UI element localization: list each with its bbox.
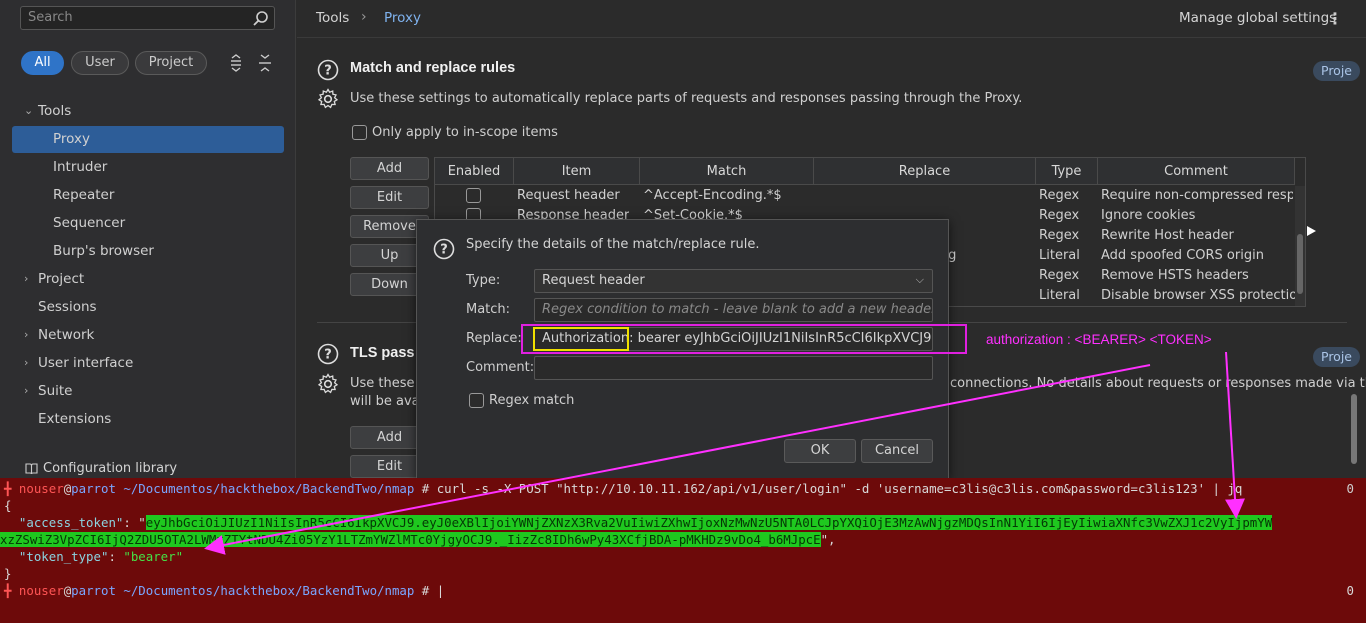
replace-annotation-box [521,324,967,354]
dialog-title: Specify the details of the match/replace… [466,237,760,252]
expand-all-icon[interactable] [227,54,245,72]
chevron-down-icon: ⌵ [915,273,924,286]
nav-sessions[interactable]: Sessions [0,293,296,321]
configuration-library-link[interactable]: Configuration library [0,458,296,478]
book-icon [25,463,38,475]
json-close: } [4,566,12,581]
cancel-button[interactable]: Cancel [861,439,933,463]
help-icon[interactable]: ? [317,343,339,365]
manage-global-settings-link[interactable]: Manage global settings [1179,10,1336,26]
svg-text:?: ? [440,243,448,258]
enabled-checkbox[interactable] [466,188,481,203]
help-icon[interactable]: ? [433,238,455,260]
nav-sequencer[interactable]: Sequencer [0,209,296,237]
nav-project[interactable]: › Project [0,265,296,293]
project-badge: Proje [1313,61,1360,81]
chevron-right-icon: › [24,384,29,397]
project-badge: Proje [1313,347,1360,367]
match-label: Match: [466,302,511,317]
section-title-tls: TLS pass [350,345,415,361]
chevron-right-icon: › [24,272,29,285]
type-label: Type: [466,273,501,288]
exit-code: 0 [1346,583,1354,598]
col-match[interactable]: Match [640,158,814,185]
match-input[interactable]: Regex condition to match - leave blank t… [534,298,933,322]
json-access-token-line: "access_token": "eyJhbGciOiJIUzI1NiIsInR… [18,515,1273,530]
match-replace-dialog: ? Specify the details of the match/repla… [416,219,967,479]
col-item[interactable]: Item [514,158,640,185]
tls-description: Use these s [350,376,426,391]
col-comment[interactable]: Comment [1098,158,1295,185]
play-arrow-icon [1307,226,1316,236]
chevron-down-icon: ⌄ [24,104,34,117]
json-token-type-line: "token_type": "bearer" [18,549,184,564]
tls-description-tail: connections. No details about requests o… [950,376,1366,391]
more-options-icon[interactable]: ⋮ [1327,9,1343,28]
gear-icon[interactable] [317,373,339,395]
nav-suite[interactable]: › Suite [0,377,296,405]
in-scope-checkbox[interactable] [352,125,367,140]
nav-proxy[interactable]: Proxy [0,125,296,153]
terminal-prompt-line: ╋ nouser@parrot ~/Documentos/hackthebox/… [4,583,445,598]
terminal-prompt-line: ╋ nouser@parrot ~/Documentos/hackthebox/… [4,481,1243,496]
type-select[interactable]: Request header ⌵ [534,269,933,293]
nav-tools[interactable]: ⌄ Tools [0,97,296,125]
breadcrumb-tools[interactable]: Tools [316,10,349,26]
regex-match-checkbox[interactable] [469,393,484,408]
breadcrumb-proxy[interactable]: Proxy [384,10,421,26]
help-icon[interactable]: ? [317,59,339,81]
breadcrumb-bar: Tools › Proxy Manage global settings ⋮ [297,0,1366,38]
page-scrollbar[interactable] [1349,389,1359,475]
nav-user-interface[interactable]: › User interface [0,349,296,377]
table-row[interactable]: Request header ^Accept-Encoding.*$ Regex Re… [435,186,1295,206]
chevron-right-icon: › [24,328,29,341]
edit-rule-button[interactable]: Edit [350,186,429,209]
collapse-all-icon[interactable] [256,54,274,72]
section-description: Use these settings to automatically repl… [350,91,1023,106]
breadcrumb-separator: › [361,9,367,25]
settings-sidebar: Search All User Project ⌄ Tools Proxy Int… [0,0,296,478]
in-scope-label: Only apply to in-scope items [372,125,558,140]
add-rule-button[interactable]: Add [350,157,429,180]
filter-all[interactable]: All [21,51,64,75]
filter-user[interactable]: User [71,51,129,75]
section-title-match-replace: Match and replace rules [350,60,516,76]
col-enabled[interactable]: Enabled [435,158,514,185]
annotation-text: authorization : <BEARER> <TOKEN> [986,332,1212,347]
nav-repeater[interactable]: Repeater [0,181,296,209]
exit-code: 0 [1346,481,1354,496]
nav-burps-browser[interactable]: Burp's browser [0,237,296,265]
json-open: { [4,498,12,513]
svg-text:?: ? [324,348,332,363]
terminal[interactable]: ╋ nouser@parrot ~/Documentos/hackthebox/… [0,478,1366,623]
col-type[interactable]: Type [1036,158,1098,185]
regex-match-label: Regex match [489,393,575,408]
nav-intruder[interactable]: Intruder [0,153,296,181]
filter-project[interactable]: Project [135,51,207,75]
col-replace[interactable]: Replace [814,158,1036,185]
json-token-continuation: xzZSwiZ3VpZCI6IjQ2ZDU5OTA2LWMxZTYtNDU4Zi… [0,532,836,547]
search-icon[interactable] [252,10,270,28]
comment-label: Comment: [466,360,535,375]
search-input[interactable]: Search [20,6,275,30]
svg-text:?: ? [324,64,332,79]
nav-extensions[interactable]: Extensions [0,405,296,433]
table-scrollbar[interactable] [1295,186,1305,306]
ok-button[interactable]: OK [784,439,856,463]
comment-input[interactable] [534,356,933,380]
chevron-right-icon: › [24,356,29,369]
replace-label: Replace: [466,331,522,346]
gear-icon[interactable] [317,88,339,110]
nav-network[interactable]: › Network [0,321,296,349]
